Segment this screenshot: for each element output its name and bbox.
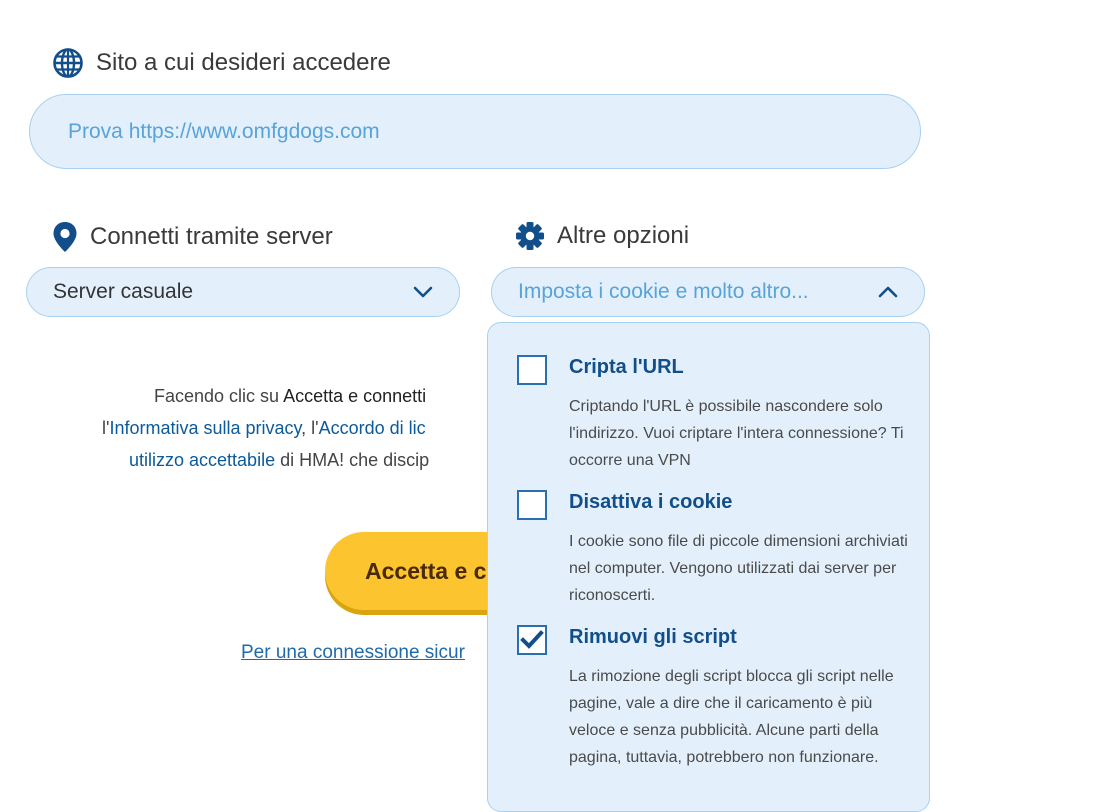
option-description: I cookie sono file di piccole dimensioni… bbox=[569, 533, 908, 604]
option-title: Disattiva i cookie bbox=[569, 491, 733, 513]
server-select[interactable]: Server casuale bbox=[26, 267, 460, 317]
location-pin-icon bbox=[53, 222, 77, 252]
server-label: Connetti tramite server bbox=[52, 221, 333, 253]
option-title: Rimuovi gli script bbox=[569, 626, 737, 648]
options-dropdown: Cripta l'URL Criptando l'URL è possibile… bbox=[487, 322, 930, 812]
acceptable-use-link[interactable]: utilizzo accettabile bbox=[129, 450, 275, 470]
remove-scripts-checkbox[interactable] bbox=[517, 625, 547, 655]
secure-connection-link[interactable]: Per una connessione sicur bbox=[241, 642, 465, 664]
option-description: Criptando l'URL è possibile nascondere s… bbox=[569, 398, 904, 469]
site-label: Sito a cui desideri accedere bbox=[52, 47, 391, 79]
gear-icon bbox=[516, 222, 544, 250]
options-select[interactable]: Imposta i cookie e molto altro... bbox=[491, 267, 925, 317]
options-label: Altre opzioni bbox=[515, 221, 689, 251]
accept-connect-ref: Accetta e connetti bbox=[283, 386, 427, 406]
privacy-policy-link[interactable]: Informativa sulla privacy bbox=[109, 418, 301, 438]
url-input[interactable] bbox=[29, 94, 921, 169]
server-label-text: Connetti tramite server bbox=[90, 223, 333, 250]
disable-cookies-checkbox[interactable] bbox=[517, 490, 547, 520]
options-label-text: Altre opzioni bbox=[557, 222, 690, 249]
site-label-text: Sito a cui desideri accedere bbox=[96, 49, 391, 76]
option-description: La rimozione degli script blocca gli scr… bbox=[569, 668, 894, 766]
server-select-value: Server casuale bbox=[53, 280, 194, 303]
license-agreement-link[interactable]: Accordo di lic bbox=[319, 418, 426, 438]
option-title: Cripta l'URL bbox=[569, 356, 684, 378]
accept-connect-label: Accetta e c bbox=[365, 557, 487, 584]
options-select-value: Imposta i cookie e molto altro... bbox=[518, 280, 809, 303]
chevron-down-icon bbox=[413, 286, 433, 298]
checkmark-icon bbox=[520, 630, 544, 649]
legal-text: Facendo clic su Accetta e connetti l'Inf… bbox=[102, 386, 430, 470]
globe-icon bbox=[53, 48, 83, 78]
chevron-up-icon bbox=[878, 286, 898, 298]
encrypt-url-checkbox[interactable] bbox=[517, 355, 547, 385]
